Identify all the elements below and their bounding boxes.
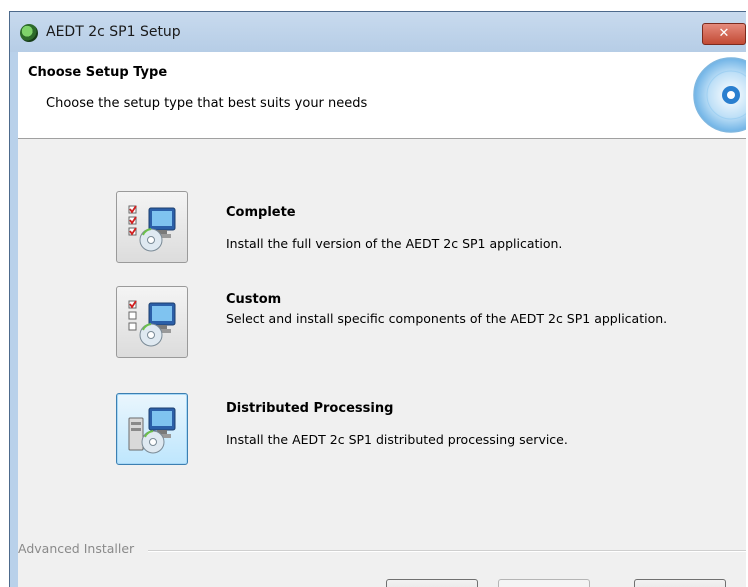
next-button[interactable]: Next > [498, 579, 590, 587]
complete-button[interactable] [116, 191, 188, 263]
installer-brand: Advanced Installer [18, 541, 141, 556]
close-button[interactable]: ✕ [702, 23, 746, 45]
cancel-button[interactable]: Cancel [634, 579, 726, 587]
option-custom: Custom Select and install specific compo… [116, 286, 736, 358]
window-title: AEDT 2c SP1 Setup [46, 24, 181, 40]
dialog-client: Choose Setup Type Choose the setup type … [18, 52, 746, 587]
cd-disc-icon [693, 57, 746, 133]
complete-setup-icon [128, 205, 176, 252]
setup-window: AEDT 2c SP1 Setup ✕ Choose Setup Type Ch… [9, 11, 746, 587]
distributed-processing-title: Distributed Processing [226, 401, 394, 416]
distributed-processing-description: Install the AEDT 2c SP1 distributed proc… [226, 432, 568, 447]
custom-button[interactable] [116, 286, 188, 358]
option-distributed-processing: Distributed Processing Install the AEDT … [116, 393, 736, 465]
title-bar[interactable]: AEDT 2c SP1 Setup ✕ [10, 12, 746, 52]
custom-title: Custom [226, 292, 282, 307]
option-complete: Complete Install the full version of the… [116, 191, 736, 263]
distributed-processing-button[interactable] [116, 393, 188, 465]
page-title: Choose Setup Type [28, 65, 168, 80]
distributed-processing-icon [128, 407, 176, 454]
custom-setup-icon [128, 300, 176, 347]
complete-description: Install the full version of the AEDT 2c … [226, 236, 563, 251]
footer-divider [148, 550, 746, 552]
header-banner: Choose Setup Type Choose the setup type … [18, 52, 746, 139]
custom-description: Select and install specific components o… [226, 311, 668, 326]
page-subtitle: Choose the setup type that best suits yo… [46, 96, 368, 111]
app-icon [20, 24, 38, 42]
back-button[interactable]: < Back [386, 579, 478, 587]
setup-type-panel: Complete Install the full version of the… [18, 139, 746, 587]
complete-title: Complete [226, 205, 296, 220]
